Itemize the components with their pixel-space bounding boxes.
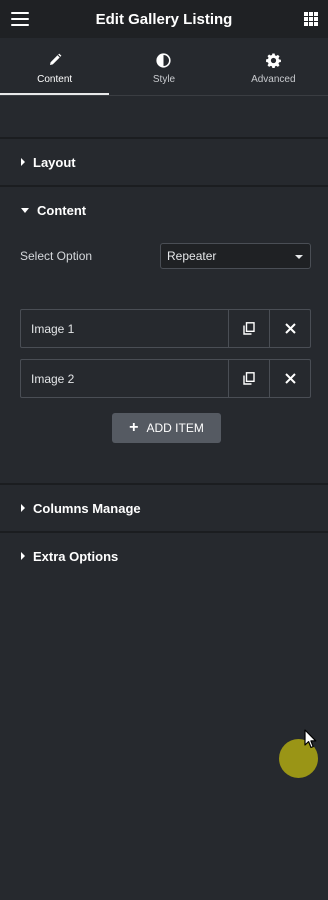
close-icon[interactable] <box>269 360 310 397</box>
page-title: Edit Gallery Listing <box>95 10 233 28</box>
select-option-label: Select Option <box>20 249 93 263</box>
duplicate-icon[interactable] <box>228 310 269 347</box>
add-item-button[interactable]: + ADD ITEM <box>112 413 221 443</box>
plus-icon: + <box>129 419 139 436</box>
caret-right-icon <box>21 552 25 560</box>
half-circle-icon <box>156 52 172 68</box>
mouse-pointer-icon <box>304 729 318 754</box>
grid-icon[interactable] <box>304 12 318 26</box>
tabs-divider <box>0 95 328 96</box>
close-icon[interactable] <box>269 310 310 347</box>
select-option-value: Repeater <box>167 249 217 263</box>
repeater-item: Image 1 <box>20 309 311 348</box>
section-columns-manage[interactable]: Columns Manage <box>0 483 328 531</box>
tab-style[interactable]: Style <box>109 38 218 96</box>
section-extra-label: Extra Options <box>33 548 119 564</box>
duplicate-icon[interactable] <box>228 360 269 397</box>
section-columns-label: Columns Manage <box>33 500 141 516</box>
section-layout[interactable]: Layout <box>0 137 328 185</box>
hamburger-icon[interactable] <box>11 12 29 26</box>
repeater-item-title[interactable]: Image 2 <box>21 360 228 397</box>
tab-advanced[interactable]: Advanced <box>219 38 328 96</box>
repeater-item: Image 2 <box>20 359 311 398</box>
tab-content[interactable]: Content <box>0 38 110 96</box>
section-layout-label: Layout <box>33 154 76 170</box>
gear-icon <box>265 52 281 68</box>
add-item-label: ADD ITEM <box>146 421 204 435</box>
section-extra-options[interactable]: Extra Options <box>0 531 328 579</box>
caret-right-icon <box>21 158 25 166</box>
tab-advanced-label: Advanced <box>251 74 296 85</box>
repeater-item-title[interactable]: Image 1 <box>21 310 228 347</box>
tab-content-label: Content <box>37 74 73 85</box>
tab-bar: Content Style Advanced <box>0 38 328 96</box>
panel-header: Edit Gallery Listing <box>0 0 328 38</box>
tab-style-label: Style <box>152 74 176 85</box>
pencil-icon <box>47 52 63 68</box>
section-content[interactable]: Content <box>0 185 328 233</box>
section-content-label: Content <box>37 202 87 218</box>
caret-right-icon <box>21 504 25 512</box>
select-option-dropdown[interactable]: Repeater <box>160 243 311 269</box>
chevron-down-icon <box>295 255 303 259</box>
caret-down-icon <box>21 207 29 213</box>
